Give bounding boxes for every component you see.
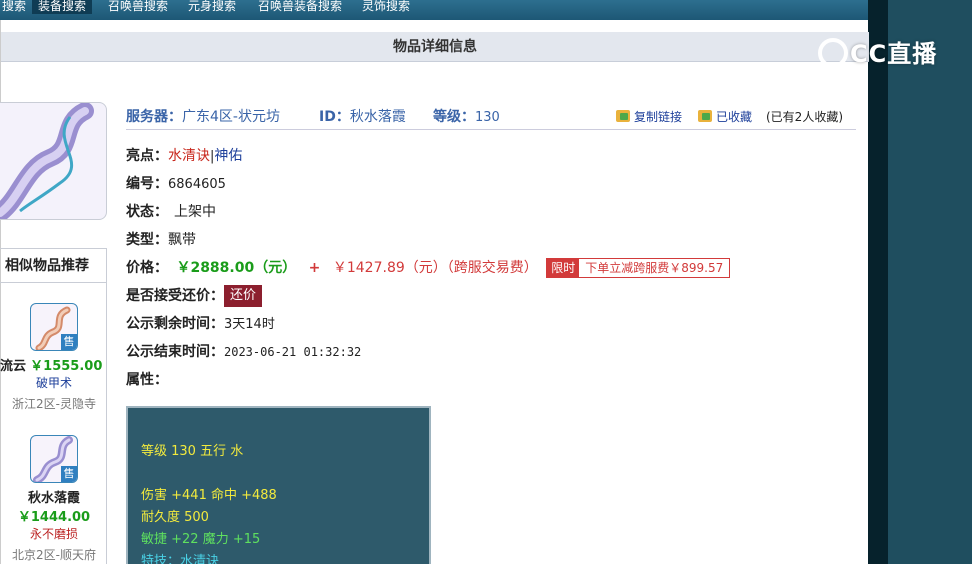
tab-body-search[interactable]: 元身搜索 (182, 0, 242, 14)
cc-live-logo: CC直播 (818, 34, 937, 70)
highlight-skill-link[interactable]: 神佑 (214, 148, 242, 164)
item-header-row: 服务器：广东4区-状元坊 ID：秋水落霞 等级：130 复制链接 已收藏 (已有… (126, 106, 856, 130)
remaining-time: 3天14时 (224, 317, 275, 332)
id-label: ID： (319, 109, 350, 125)
end-time-row: 公示结束时间：2023-06-21 01:32:32 (126, 344, 362, 360)
number-row: 编号：6864605 (126, 176, 226, 192)
side-panel (888, 0, 972, 564)
similar-items-list: 售 流云 ￥1555.00 破甲术 浙江2区-灵隐寺 售 秋水落霞 ￥1444.… (0, 282, 107, 564)
top-nav: 搜索 装备搜索 召唤兽搜索 元身搜索 召唤兽装备搜索 灵饰搜索 (0, 0, 870, 20)
attr-agility-magic: 敏捷 +22 魔力 +15 (141, 532, 261, 547)
item-image (0, 102, 107, 220)
similar-item-name[interactable]: 流云 (0, 359, 26, 374)
item-thumbnail[interactable]: 售 (30, 303, 78, 351)
server-value: 广东4区-状元坊 (182, 109, 280, 125)
price-row: 价格： ￥2888.00（元） + ￥1427.89（元）（跨服交易费） 限时下… (126, 256, 731, 280)
copy-link-icon (616, 110, 630, 122)
counter-offer-button[interactable]: 还价 (224, 285, 263, 307)
end-time: 2023-06-21 01:32:32 (224, 345, 362, 359)
copy-link-button[interactable]: 复制链接 (616, 108, 682, 125)
counter-offer-row: 是否接受还价： 还价 (126, 284, 263, 308)
highlight-skill-link[interactable]: 水清诀 (168, 148, 210, 164)
attr-level-element: 等级 130 五行 水 (141, 444, 244, 459)
status-row: 状态： 上架中 (126, 204, 216, 220)
similar-items-header: 相似物品推荐 (0, 248, 107, 282)
type-row: 类型：飘带 (126, 232, 196, 248)
list-item[interactable]: 售 流云 ￥1555.00 破甲术 浙江2区-灵隐寺 (0, 303, 108, 412)
id-value: 秋水落霞 (349, 109, 406, 125)
tab-summon-search[interactable]: 召唤兽搜索 (102, 0, 174, 14)
similar-item-attr: 破甲术 (35, 376, 72, 390)
level-label: 等级： (433, 109, 475, 125)
remaining-time-row: 公示剩余时间：3天14时 (126, 316, 275, 332)
tab-equipment-search[interactable]: 装备搜索 (32, 0, 93, 14)
for-sale-badge: 售 (61, 466, 77, 482)
promo-badge: 限时 下单立减跨服费￥899.57 (546, 258, 731, 278)
similar-item-price: ￥1444.00 (17, 510, 91, 525)
page-right-edge (868, 0, 888, 564)
attributes-panel: 等级 130 五行 水 伤害 +441 命中 +488 耐久度 500 敏捷 +… (126, 406, 431, 564)
similar-item-name[interactable]: 秋水落霞 (0, 487, 108, 506)
ribbon-icon (0, 103, 94, 219)
favorite-button[interactable]: 已收藏 (698, 108, 752, 125)
status-value: 上架中 (174, 204, 216, 220)
highlight-row: 亮点：水清诀|神佑 (126, 148, 243, 164)
price-main: ￥2888.00（元） (176, 260, 297, 276)
item-number: 6864605 (168, 177, 226, 192)
attr-special-skill: 特技：水清诀 (141, 554, 220, 564)
attributes-label-row: 属性： (126, 372, 168, 388)
level-value: 130 (475, 110, 500, 125)
server-label: 服务器： (126, 109, 182, 125)
similar-item-server: 北京2区-顺天府 (12, 548, 96, 562)
favorite-count: (已有2人收藏) (766, 110, 843, 124)
similar-item-attr: 永不磨损 (29, 527, 78, 541)
type-value: 飘带 (168, 232, 196, 248)
tab-ornament-search[interactable]: 灵饰搜索 (356, 0, 416, 14)
attr-durability: 耐久度 500 (141, 510, 209, 525)
tab-summon-equip-search[interactable]: 召唤兽装备搜索 (252, 0, 348, 14)
logo-ring-icon (818, 38, 848, 68)
for-sale-badge: 售 (61, 334, 77, 350)
similar-item-price: ￥1555.00 (30, 359, 103, 374)
cross-server-fee: ￥1427.89（元）（跨服交易费） (332, 260, 538, 276)
main-content: 物品详细信息 相似物品推荐 售 流云 ￥1555.00 破甲术 浙江2区-灵隐寺 (0, 20, 869, 564)
item-thumbnail[interactable]: 售 (30, 435, 78, 483)
similar-item-server: 浙江2区-灵隐寺 (12, 397, 96, 411)
page-title: 物品详细信息 (1, 32, 869, 62)
tab-search[interactable]: 搜索 (0, 0, 32, 14)
attr-damage-hit: 伤害 +441 命中 +488 (141, 488, 277, 503)
favorite-icon (698, 110, 712, 122)
list-item[interactable]: 售 秋水落霞 ￥1444.00 永不磨损 北京2区-顺天府 (0, 435, 108, 563)
